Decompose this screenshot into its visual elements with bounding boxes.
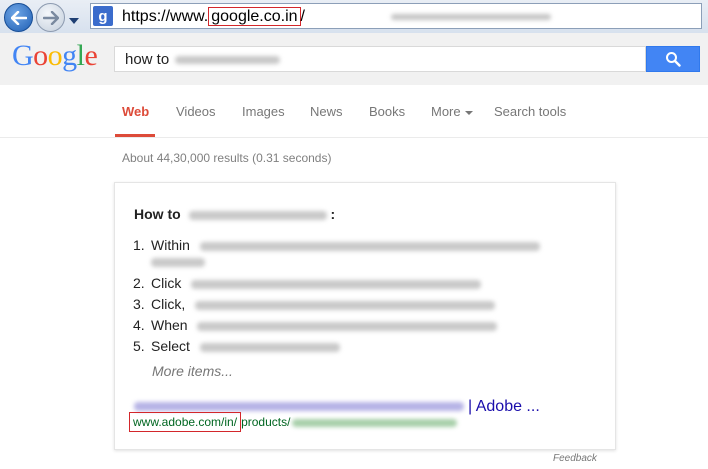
tab-more[interactable]: More (431, 104, 473, 119)
result-stats: About 44,30,000 results (0.31 seconds) (122, 151, 332, 165)
browser-toolbar: g https://www. google.co.in / (0, 0, 708, 34)
step-text-blurred (199, 342, 340, 352)
logo-letter: o (33, 39, 48, 72)
step-number: 2. (133, 275, 145, 291)
step-number: 4. (133, 317, 145, 333)
tab-search-tools[interactable]: Search tools (494, 104, 566, 119)
step-text-blurred (191, 279, 482, 289)
result-url-domain: www.adobe.com/in/ (133, 415, 238, 429)
result-title-blurred (134, 402, 464, 412)
step-text-blurred (195, 300, 496, 310)
step-text: Within (151, 237, 190, 253)
url-text[interactable]: https://www. google.co.in / (122, 7, 305, 26)
back-arrow-icon (10, 10, 27, 25)
list-item: 2. Click (133, 275, 482, 291)
search-query-blurred (175, 56, 281, 65)
step-number: 5. (133, 338, 145, 354)
result-url: www.adobe.com/in/products/ (129, 412, 458, 432)
url-domain-highlight: google.co.in (208, 7, 301, 26)
search-tabs: Web Videos Images News Books More Search… (0, 85, 708, 138)
step-number: 1. (133, 237, 145, 253)
tab-web[interactable]: Web (122, 104, 149, 119)
feedback-link[interactable]: Feedback (553, 453, 597, 464)
logo-letter: g (62, 39, 77, 72)
step-continuation (151, 253, 205, 269)
history-dropdown-button[interactable] (68, 12, 80, 30)
logo-letter: G (12, 39, 34, 72)
url-suffix: / (300, 8, 305, 25)
search-header: Google how to (0, 33, 708, 85)
tab-images[interactable]: Images (242, 104, 285, 119)
google-logo[interactable]: Google (12, 39, 98, 73)
result-url-path: products/ (241, 415, 291, 429)
logo-letter: e (84, 39, 98, 72)
step-text: Click, (151, 296, 186, 312)
result-title-tail: | Adobe ... (468, 398, 540, 415)
title-blurred (188, 210, 327, 220)
step-text-blurred (197, 321, 498, 331)
title-suffix: : (330, 206, 336, 222)
url-path-blurred (391, 14, 551, 20)
list-item: 3. Click, (133, 296, 496, 312)
answer-card-title: How to : (134, 206, 335, 222)
address-bar[interactable]: g https://www. google.co.in / (90, 3, 702, 29)
step-text-blurred (199, 241, 540, 251)
search-button[interactable] (646, 46, 700, 72)
active-tab-indicator (115, 134, 155, 137)
google-favicon-icon: g (93, 6, 113, 26)
logo-letter: l (76, 39, 85, 72)
list-item: 5. Select (133, 338, 340, 354)
step-text: Click (151, 275, 182, 291)
forward-arrow-icon (42, 10, 59, 25)
caret-down-icon (464, 110, 473, 115)
result-url-highlight: www.adobe.com/in/ (129, 412, 242, 432)
step-text-blurred (151, 257, 205, 267)
logo-letter: o (47, 39, 63, 72)
tab-books[interactable]: Books (369, 104, 405, 119)
answer-card: How to : 1. Within 2. Click 3. Click, 4. Whe… (114, 182, 616, 450)
step-text: Select (151, 338, 190, 354)
step-number: 3. (133, 296, 145, 312)
more-items-link[interactable]: More items... (152, 363, 233, 379)
tab-more-label: More (431, 104, 461, 119)
back-button[interactable] (4, 3, 33, 32)
search-input[interactable]: how to (114, 46, 646, 72)
search-icon (666, 52, 681, 67)
url-domain: google.co.in (211, 8, 298, 25)
tab-videos[interactable]: Videos (176, 104, 216, 119)
forward-button[interactable] (36, 3, 65, 32)
chevron-down-icon (69, 18, 79, 24)
list-item: 4. When (133, 317, 498, 333)
title-prefix: How to (134, 206, 181, 222)
step-text: When (151, 317, 188, 333)
search-query-text: how to (125, 51, 170, 68)
result-url-blurred (292, 418, 458, 427)
tab-news[interactable]: News (310, 104, 343, 119)
list-item: 1. Within (133, 237, 540, 253)
url-prefix: https://www. (122, 8, 209, 25)
